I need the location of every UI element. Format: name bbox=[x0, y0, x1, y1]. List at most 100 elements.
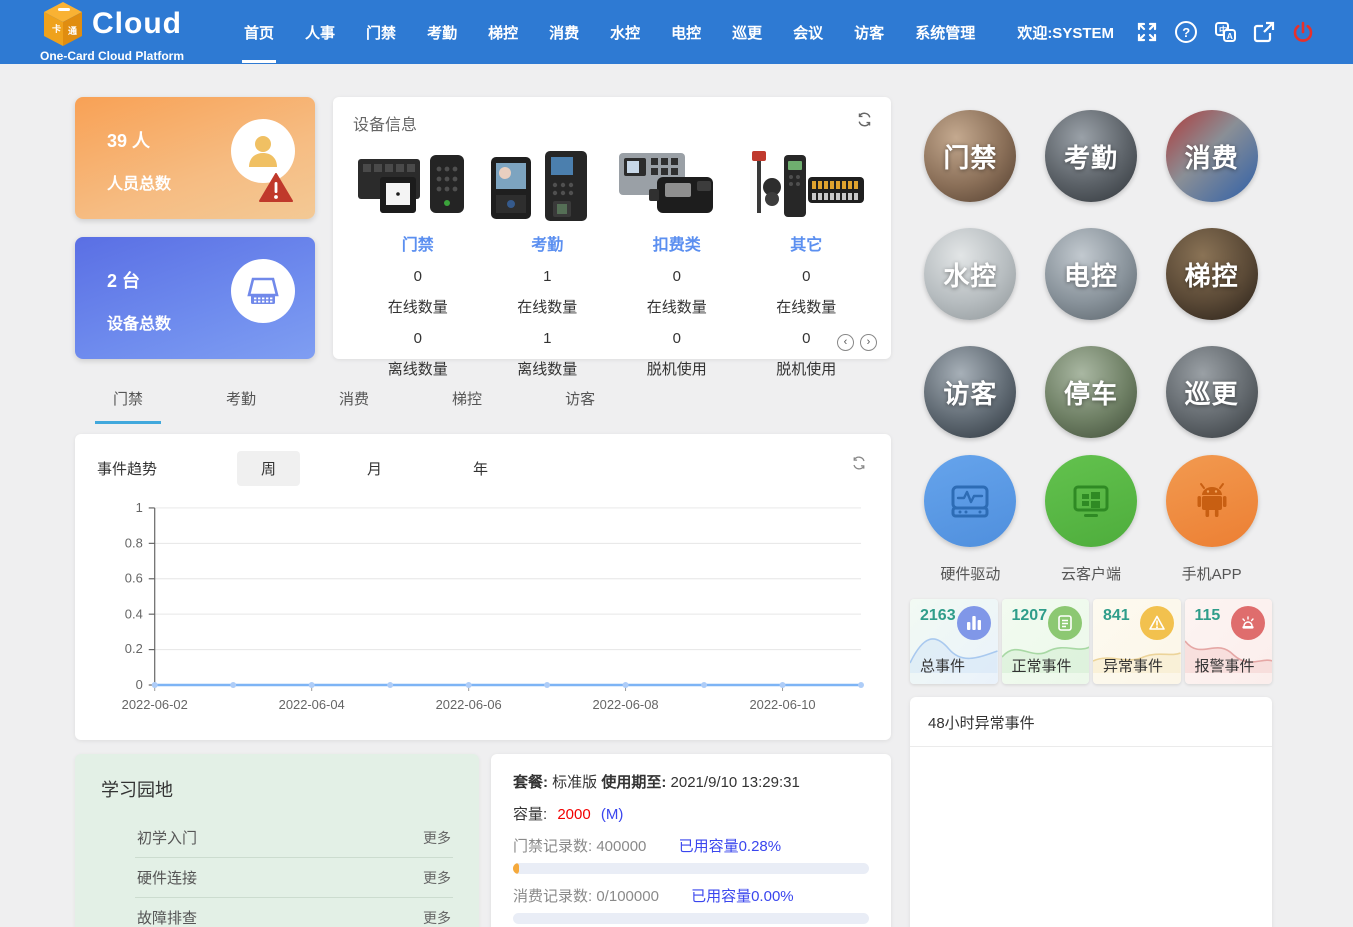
tab-access[interactable]: 门禁 bbox=[95, 380, 161, 424]
ytick-0-2: 0.2 bbox=[125, 641, 143, 656]
ytick-0: 0 bbox=[136, 677, 143, 692]
nav-item-attendance[interactable]: 考勤 bbox=[425, 2, 459, 63]
nav-item-patrol[interactable]: 巡更 bbox=[730, 2, 764, 63]
nav-item-system[interactable]: 系统管理 bbox=[913, 2, 977, 63]
quick-module-patrol[interactable]: 巡更 bbox=[1166, 346, 1258, 438]
range-month-button[interactable]: 月 bbox=[343, 451, 406, 486]
module-tabs: 门禁 考勤 消费 梯控 访客 bbox=[95, 380, 891, 424]
event-trend-chart[interactable]: 1 0.8 0.6 0.4 0.2 0 2022-06-02 2022-06-0… bbox=[97, 496, 869, 733]
refresh-icon[interactable] bbox=[856, 111, 873, 128]
nav-item-electric[interactable]: 电控 bbox=[669, 2, 703, 63]
charging-category-link[interactable]: 扣费类 bbox=[612, 231, 742, 255]
svg-text:A: A bbox=[1227, 31, 1233, 41]
more-link[interactable]: 更多 bbox=[423, 868, 451, 888]
device-summary-card[interactable]: 2 台 设备总数 bbox=[75, 237, 315, 359]
event-trend-card: 事件趋势 周 月 年 bbox=[75, 434, 891, 740]
other-online-label: 在线数量 bbox=[742, 296, 872, 317]
expire-label: 使用期至: bbox=[601, 774, 666, 791]
translate-icon[interactable]: 中 A bbox=[1213, 20, 1237, 44]
abnormal-events-card[interactable]: 841 异常事件 bbox=[1093, 599, 1181, 684]
quick-module-label: 考勤 bbox=[1064, 138, 1118, 175]
charging-device-image bbox=[612, 143, 742, 225]
chart-refresh-icon[interactable] bbox=[851, 455, 867, 471]
capacity-value: 2000 bbox=[557, 806, 590, 823]
document-icon bbox=[1056, 614, 1074, 632]
attendance-category-link[interactable]: 考勤 bbox=[483, 231, 613, 255]
quick-module-label: 梯控 bbox=[1185, 256, 1239, 293]
more-link[interactable]: 更多 bbox=[423, 828, 451, 848]
ytick-1: 1 bbox=[136, 500, 143, 515]
brand-title: Cloud bbox=[92, 7, 182, 41]
fullscreen-icon[interactable] bbox=[1135, 20, 1159, 44]
nav-item-visitor[interactable]: 访客 bbox=[852, 2, 886, 63]
brand-logo[interactable]: 卡 通 Cloud One-Card Cloud Platform bbox=[40, 1, 184, 63]
normal-events-label: 正常事件 bbox=[1012, 655, 1072, 676]
pager-next-icon[interactable]: › bbox=[860, 334, 877, 351]
quick-module-label: 停车 bbox=[1064, 374, 1118, 411]
charging-offline-label: 脱机使用 bbox=[612, 358, 742, 379]
nav-item-access[interactable]: 门禁 bbox=[364, 2, 398, 63]
quick-module-consume[interactable]: 消费 bbox=[1166, 110, 1258, 202]
power-icon[interactable] bbox=[1291, 20, 1315, 44]
device-pager: ‹ › bbox=[837, 334, 877, 351]
main-nav: 首页 人事 门禁 考勤 梯控 消费 水控 电控 巡更 会议 访客 系统管理 bbox=[242, 2, 1017, 63]
nav-item-elevator[interactable]: 梯控 bbox=[486, 2, 520, 63]
normal-events-card[interactable]: 1207 正常事件 bbox=[1002, 599, 1090, 684]
learning-item-label[interactable]: 故障排查 bbox=[137, 907, 197, 927]
nav-item-personnel[interactable]: 人事 bbox=[303, 2, 337, 63]
help-icon[interactable]: ? bbox=[1174, 20, 1198, 44]
cloud-client-button[interactable] bbox=[1045, 455, 1137, 547]
other-category-link[interactable]: 其它 bbox=[742, 231, 872, 255]
event-stats-row: 2163 总事件 1207 正常事件 841 异常事件 115 bbox=[910, 599, 1272, 684]
charging-offline-value: 0 bbox=[612, 330, 742, 347]
learning-item-label[interactable]: 初学入门 bbox=[137, 827, 197, 848]
nav-item-consume[interactable]: 消费 bbox=[547, 2, 581, 63]
cloud-client-icon bbox=[1068, 478, 1114, 524]
access-device-image bbox=[353, 143, 483, 225]
nav-item-home[interactable]: 首页 bbox=[242, 2, 276, 63]
device-category-access: 门禁 0 在线数量 0 离线数量 bbox=[353, 143, 483, 379]
package-value: 标准版 bbox=[552, 774, 597, 791]
charging-online-label: 在线数量 bbox=[612, 296, 742, 317]
quick-module-visitor[interactable]: 访客 bbox=[924, 346, 1016, 438]
attendance-device-image bbox=[483, 143, 613, 225]
navbar-right: 欢迎:SYSTEM ? 中 A bbox=[1017, 20, 1315, 44]
record-label: 门禁记录数: bbox=[513, 838, 592, 855]
app-shortcuts-row: 硬件驱动 云客户端 bbox=[910, 455, 1272, 584]
capacity-label: 容量: bbox=[513, 806, 547, 823]
nav-item-meeting[interactable]: 会议 bbox=[791, 2, 825, 63]
ytick-0-8: 0.8 bbox=[125, 536, 143, 551]
device-info-panel: 设备信息 门禁 0 在线数量 0 bbox=[333, 97, 891, 359]
tab-elevator[interactable]: 梯控 bbox=[434, 380, 500, 424]
alarm-events-card[interactable]: 115 报警事件 bbox=[1185, 599, 1273, 684]
hardware-driver-button[interactable] bbox=[924, 455, 1016, 547]
total-events-card[interactable]: 2163 总事件 bbox=[910, 599, 998, 684]
quick-module-access[interactable]: 门禁 bbox=[924, 110, 1016, 202]
range-year-button[interactable]: 年 bbox=[449, 451, 512, 486]
device-category-attendance: 考勤 1 在线数量 1 离线数量 bbox=[483, 143, 613, 379]
abnormal-events-label: 异常事件 bbox=[1103, 655, 1163, 676]
range-week-button[interactable]: 周 bbox=[237, 451, 300, 486]
quick-module-water[interactable]: 水控 bbox=[924, 228, 1016, 320]
nav-item-water[interactable]: 水控 bbox=[608, 2, 642, 63]
quick-module-electric[interactable]: 电控 bbox=[1045, 228, 1137, 320]
quick-module-parking[interactable]: 停车 bbox=[1045, 346, 1137, 438]
mobile-app-button[interactable] bbox=[1166, 455, 1258, 547]
android-icon bbox=[1189, 478, 1235, 524]
quick-module-label: 巡更 bbox=[1185, 374, 1239, 411]
person-summary-card[interactable]: 39 人 人员总数 bbox=[75, 97, 315, 219]
tab-consume[interactable]: 消费 bbox=[321, 380, 387, 424]
external-link-icon[interactable] bbox=[1252, 20, 1276, 44]
brand-subtitle: One-Card Cloud Platform bbox=[40, 49, 184, 63]
quick-module-attendance[interactable]: 考勤 bbox=[1045, 110, 1137, 202]
other-offline-label: 脱机使用 bbox=[742, 358, 872, 379]
tab-attendance[interactable]: 考勤 bbox=[208, 380, 274, 424]
quick-module-elevator[interactable]: 梯控 bbox=[1166, 228, 1258, 320]
more-link[interactable]: 更多 bbox=[423, 908, 451, 927]
learning-item-label[interactable]: 硬件连接 bbox=[137, 867, 197, 888]
tab-visitor[interactable]: 访客 bbox=[547, 380, 613, 424]
pager-prev-icon[interactable]: ‹ bbox=[837, 334, 854, 351]
total-events-label: 总事件 bbox=[920, 655, 965, 676]
access-category-link[interactable]: 门禁 bbox=[353, 231, 483, 255]
attendance-online-value: 1 bbox=[483, 268, 613, 285]
